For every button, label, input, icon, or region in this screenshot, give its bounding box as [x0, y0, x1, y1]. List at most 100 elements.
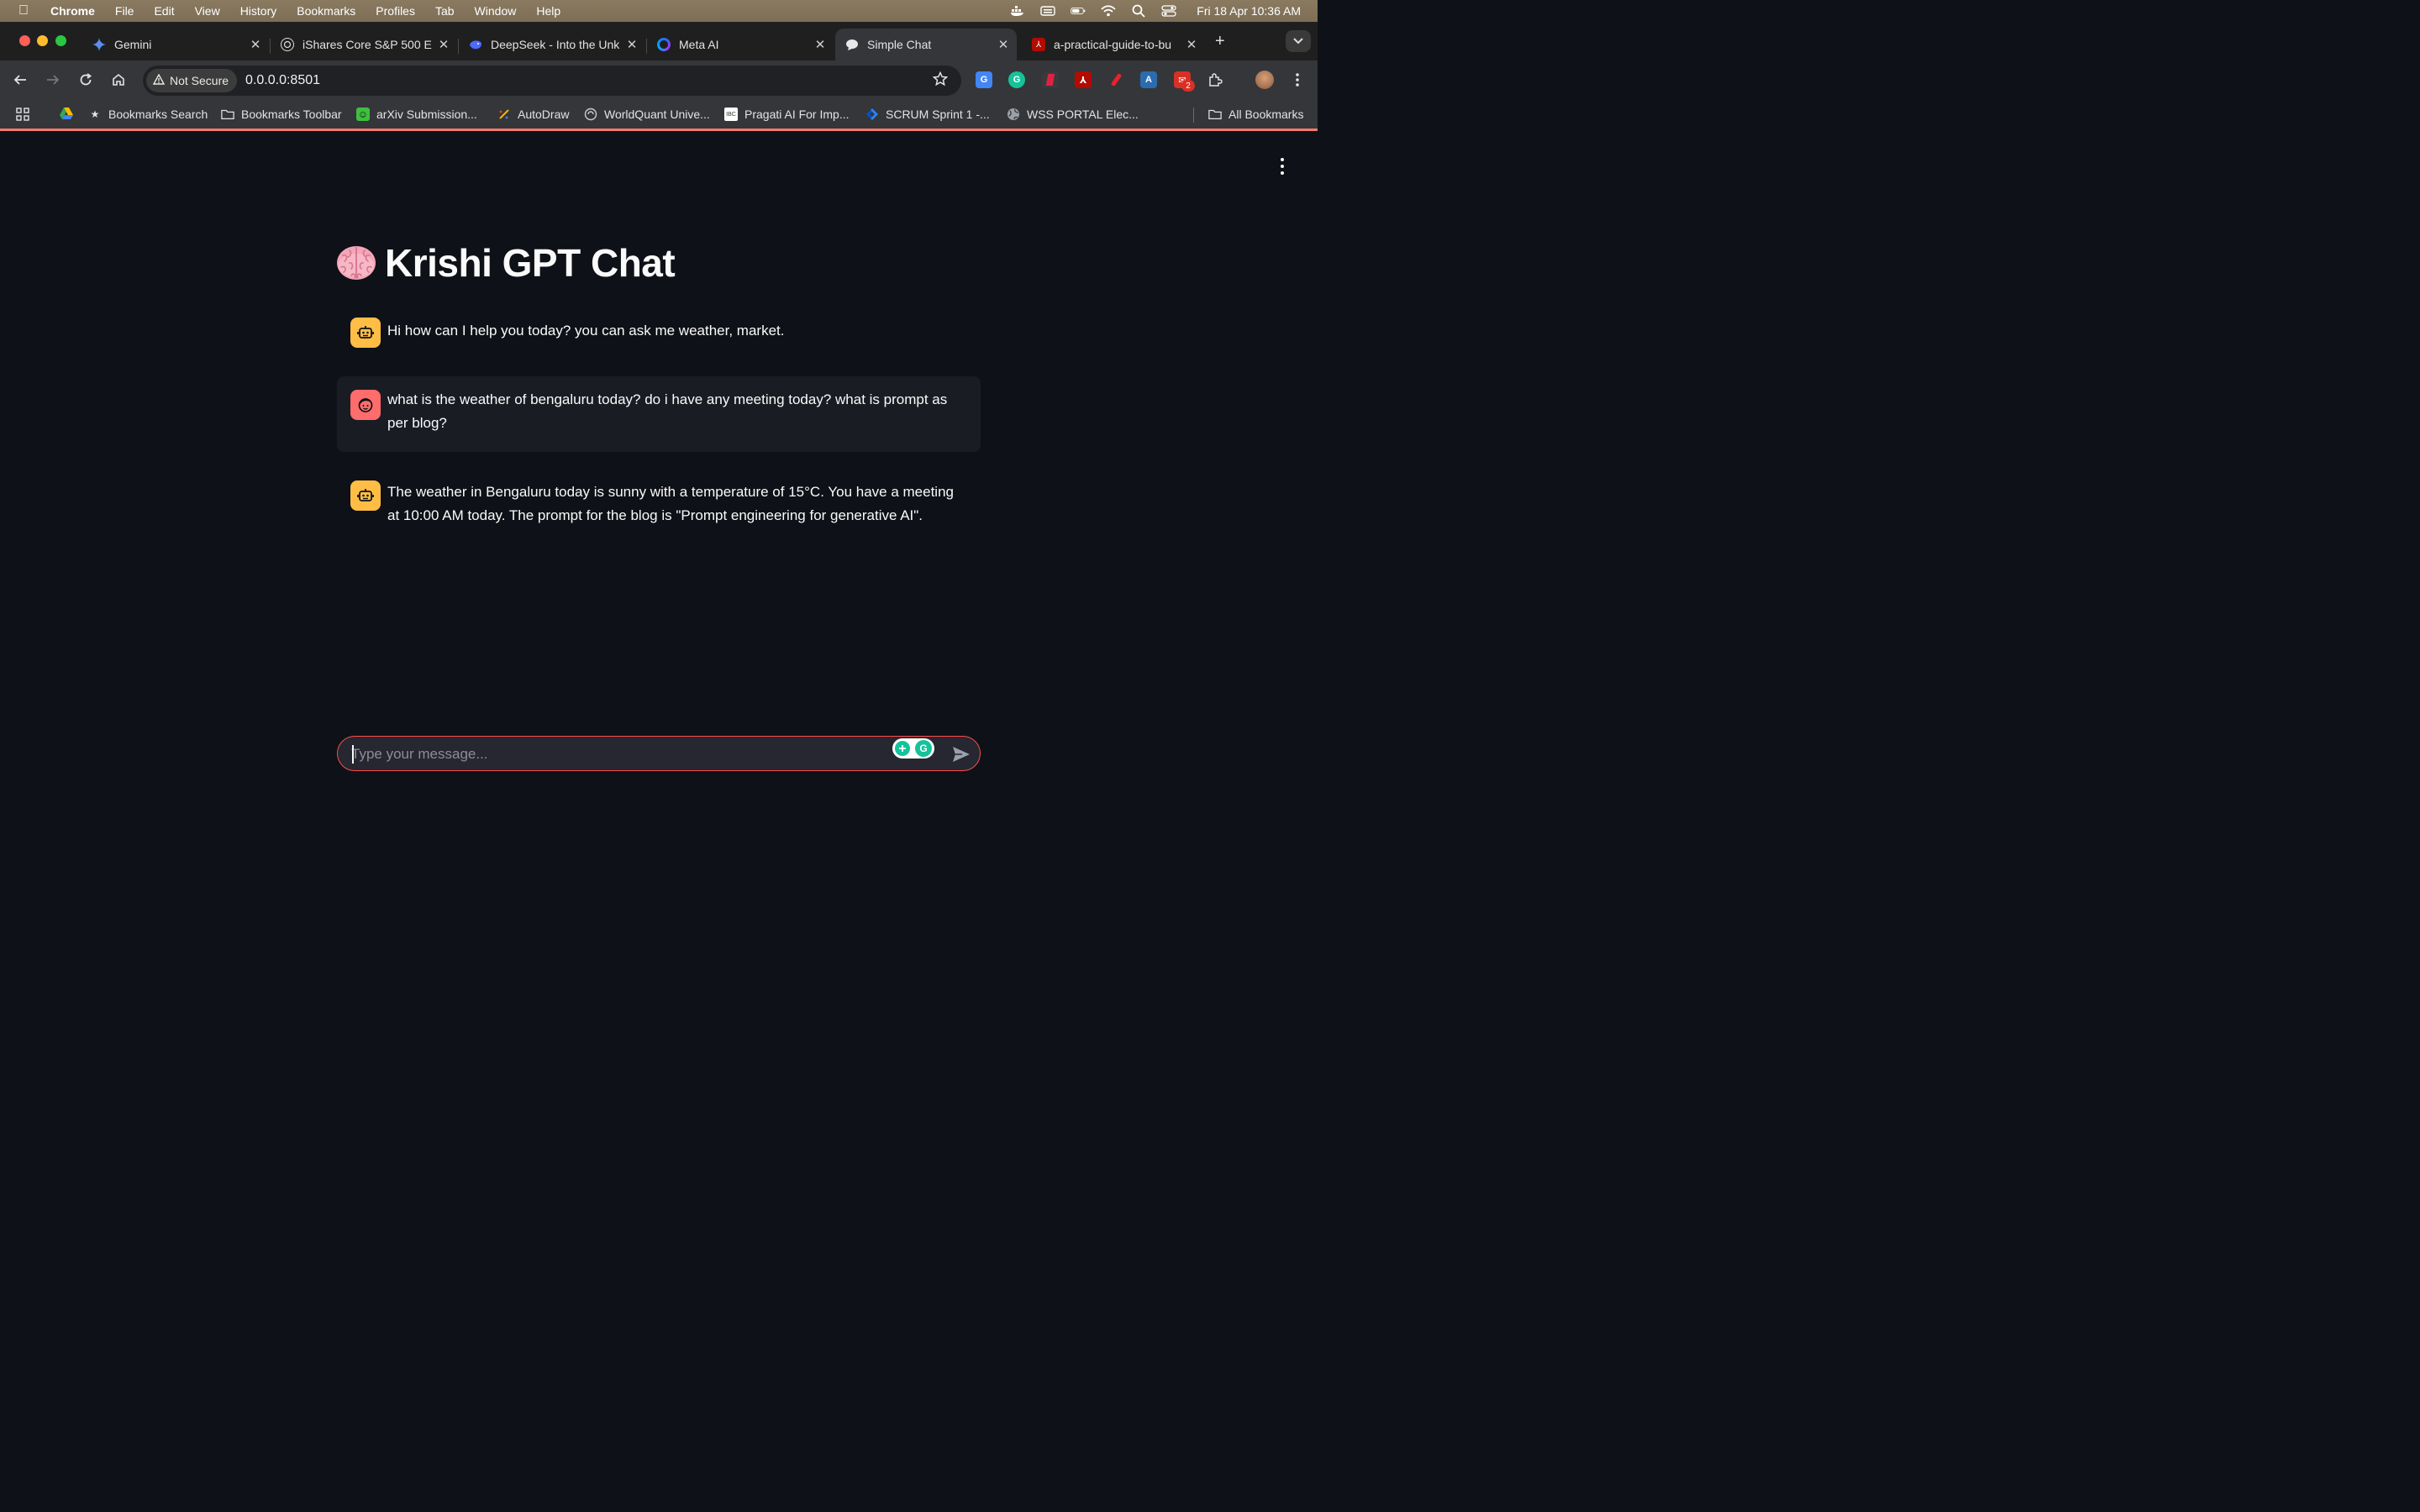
tab-close-icon[interactable]: ✕: [995, 37, 1012, 52]
grammarly-widget[interactable]: G: [892, 738, 934, 759]
window-zoom-button[interactable]: [55, 35, 66, 46]
send-button[interactable]: [951, 744, 971, 764]
tab-title: Simple Chat: [867, 38, 932, 51]
clock[interactable]: Fri 18 Apr 10:36 AM: [1197, 4, 1301, 18]
menu-chrome[interactable]: Chrome: [50, 4, 95, 18]
window-minimize-button[interactable]: [37, 35, 48, 46]
tab-simple-chat[interactable]: Simple Chat ✕: [835, 29, 1017, 60]
keyboard-icon[interactable]: [1040, 5, 1055, 17]
docker-icon[interactable]: [1010, 5, 1025, 17]
grammarly-icon[interactable]: G: [1008, 71, 1025, 88]
chat-input[interactable]: [351, 743, 889, 765]
jira-icon: [865, 108, 879, 121]
tab-practical-guide-pdf[interactable]: ⅄ a-practical-guide-to-bu ✕: [1022, 29, 1205, 60]
back-button[interactable]: [11, 71, 29, 89]
window-close-button[interactable]: [19, 35, 30, 46]
bot-avatar-icon: [350, 480, 381, 511]
warning-icon: [152, 73, 166, 87]
adobe-acrobat-icon[interactable]: ⅄: [1075, 71, 1092, 88]
menu-profiles[interactable]: Profiles: [376, 4, 415, 18]
profile-avatar[interactable]: [1255, 71, 1274, 89]
bookmark-wss-portal[interactable]: WSS PORTAL Elec...: [1007, 108, 1139, 121]
bookmark-arxiv[interactable]: ☺ arXiv Submission...: [356, 108, 477, 121]
autodraw-icon: [497, 108, 511, 121]
back-arrow-icon: [13, 75, 26, 85]
bookmarks-divider: [1193, 108, 1194, 123]
menu-file[interactable]: File: [115, 4, 134, 18]
deepseek-icon: [469, 38, 482, 51]
bookmark-bookmarks-search[interactable]: ★ Bookmarks Search: [88, 108, 208, 121]
app-main-menu-button[interactable]: [1276, 158, 1289, 175]
tab-close-icon[interactable]: ✕: [1183, 37, 1200, 52]
google-drive-bookmark[interactable]: [60, 108, 73, 119]
home-icon: [113, 73, 124, 86]
ai-extension-icon[interactable]: [1042, 71, 1059, 88]
bookmark-label: Pragati AI For Imp...: [744, 108, 850, 121]
home-button[interactable]: [109, 71, 128, 89]
tab-close-icon[interactable]: ✕: [247, 37, 264, 52]
new-tab-button[interactable]: +: [1215, 32, 1225, 51]
menu-view[interactable]: View: [195, 4, 220, 18]
bookmark-autodraw[interactable]: AutoDraw: [497, 108, 569, 121]
tab-search-button[interactable]: [1286, 30, 1311, 52]
tab-title: Meta AI: [679, 38, 719, 51]
menu-window[interactable]: Window: [475, 4, 517, 18]
bookmark-star-icon[interactable]: [932, 71, 949, 91]
meta-ai-icon: [657, 38, 671, 51]
bookmark-all-bookmarks[interactable]: All Bookmarks: [1208, 108, 1303, 121]
page-title-text: Krishi GPT Chat: [385, 241, 676, 285]
address-bar[interactable]: Not Secure 0.0.0.0:8501: [143, 66, 961, 96]
browser-toolbar: Not Secure 0.0.0.0:8501 G G ⅄ A ✉: [0, 60, 1318, 99]
status-area: Fri 18 Apr 10:36 AM: [1010, 0, 1301, 22]
tab-gemini[interactable]: Gemini ✕: [82, 29, 269, 60]
bookmark-bookmarks-toolbar[interactable]: Bookmarks Toolbar: [221, 108, 342, 121]
tab-meta-ai[interactable]: Meta AI ✕: [647, 29, 834, 60]
globe-icon: [1007, 108, 1020, 121]
wifi-icon[interactable]: [1101, 5, 1116, 17]
extensions-puzzle-icon[interactable]: [1207, 71, 1223, 88]
menu-edit[interactable]: Edit: [154, 4, 174, 18]
google-translate-icon[interactable]: G: [976, 71, 992, 88]
forward-button[interactable]: [44, 71, 62, 89]
tab-title: a-practical-guide-to-bu: [1054, 38, 1172, 51]
menu-tab[interactable]: Tab: [435, 4, 455, 18]
reload-button[interactable]: [76, 71, 95, 89]
chrome-menu-button[interactable]: [1288, 71, 1307, 89]
menu-help[interactable]: Help: [536, 4, 560, 18]
control-center-icon[interactable]: [1161, 5, 1176, 17]
bookmark-label: arXiv Submission...: [376, 108, 477, 121]
bookmark-label: AutoDraw: [518, 108, 570, 121]
site-info-chip[interactable]: Not Secure: [146, 69, 238, 92]
message-text: what is the weather of bengaluru today? …: [387, 391, 948, 431]
battery-icon[interactable]: [1071, 5, 1086, 17]
bookmark-pragati[interactable]: IBC Pragati AI For Imp...: [724, 108, 850, 121]
bookmark-label: WorldQuant Unive...: [604, 108, 710, 121]
page-title: Krishi GPT Chat: [336, 240, 676, 286]
bookmark-worldquant[interactable]: WorldQuant Unive...: [584, 108, 710, 121]
worldquant-icon: [584, 108, 597, 121]
tab-deepseek[interactable]: DeepSeek - Into the Unk ✕: [459, 29, 645, 60]
tab-close-icon[interactable]: ✕: [623, 37, 640, 52]
arxiv-icon: ☺: [356, 108, 370, 121]
spotlight-search-icon[interactable]: [1131, 4, 1146, 18]
send-icon: [953, 747, 970, 762]
grammarly-icon[interactable]: G: [915, 740, 932, 757]
tab-close-icon[interactable]: ✕: [435, 37, 452, 52]
menu-history[interactable]: History: [240, 4, 277, 18]
star-icon: ★: [90, 108, 100, 120]
menu-bookmarks[interactable]: Bookmarks: [297, 4, 355, 18]
tab-title: DeepSeek - Into the Unk: [491, 38, 620, 51]
highlighter-icon[interactable]: [1107, 71, 1124, 88]
chevron-down-icon: [1293, 38, 1303, 45]
tab-ishares[interactable]: iShares Core S&P 500 E ✕: [271, 29, 457, 60]
text-tool-icon[interactable]: A: [1140, 71, 1157, 88]
brain-icon: [337, 246, 376, 280]
bookmark-scrum-sprint[interactable]: SCRUM Sprint 1 -...: [865, 108, 990, 121]
grammarly-assist-icon[interactable]: [895, 741, 910, 756]
apps-grid-button[interactable]: [16, 108, 29, 121]
apple-logo-icon[interactable]: : [18, 3, 32, 18]
reload-icon: [80, 73, 92, 86]
bot-avatar-icon: [350, 318, 381, 348]
tab-close-icon[interactable]: ✕: [812, 37, 829, 52]
url-text[interactable]: 0.0.0.0:8501: [245, 73, 320, 88]
